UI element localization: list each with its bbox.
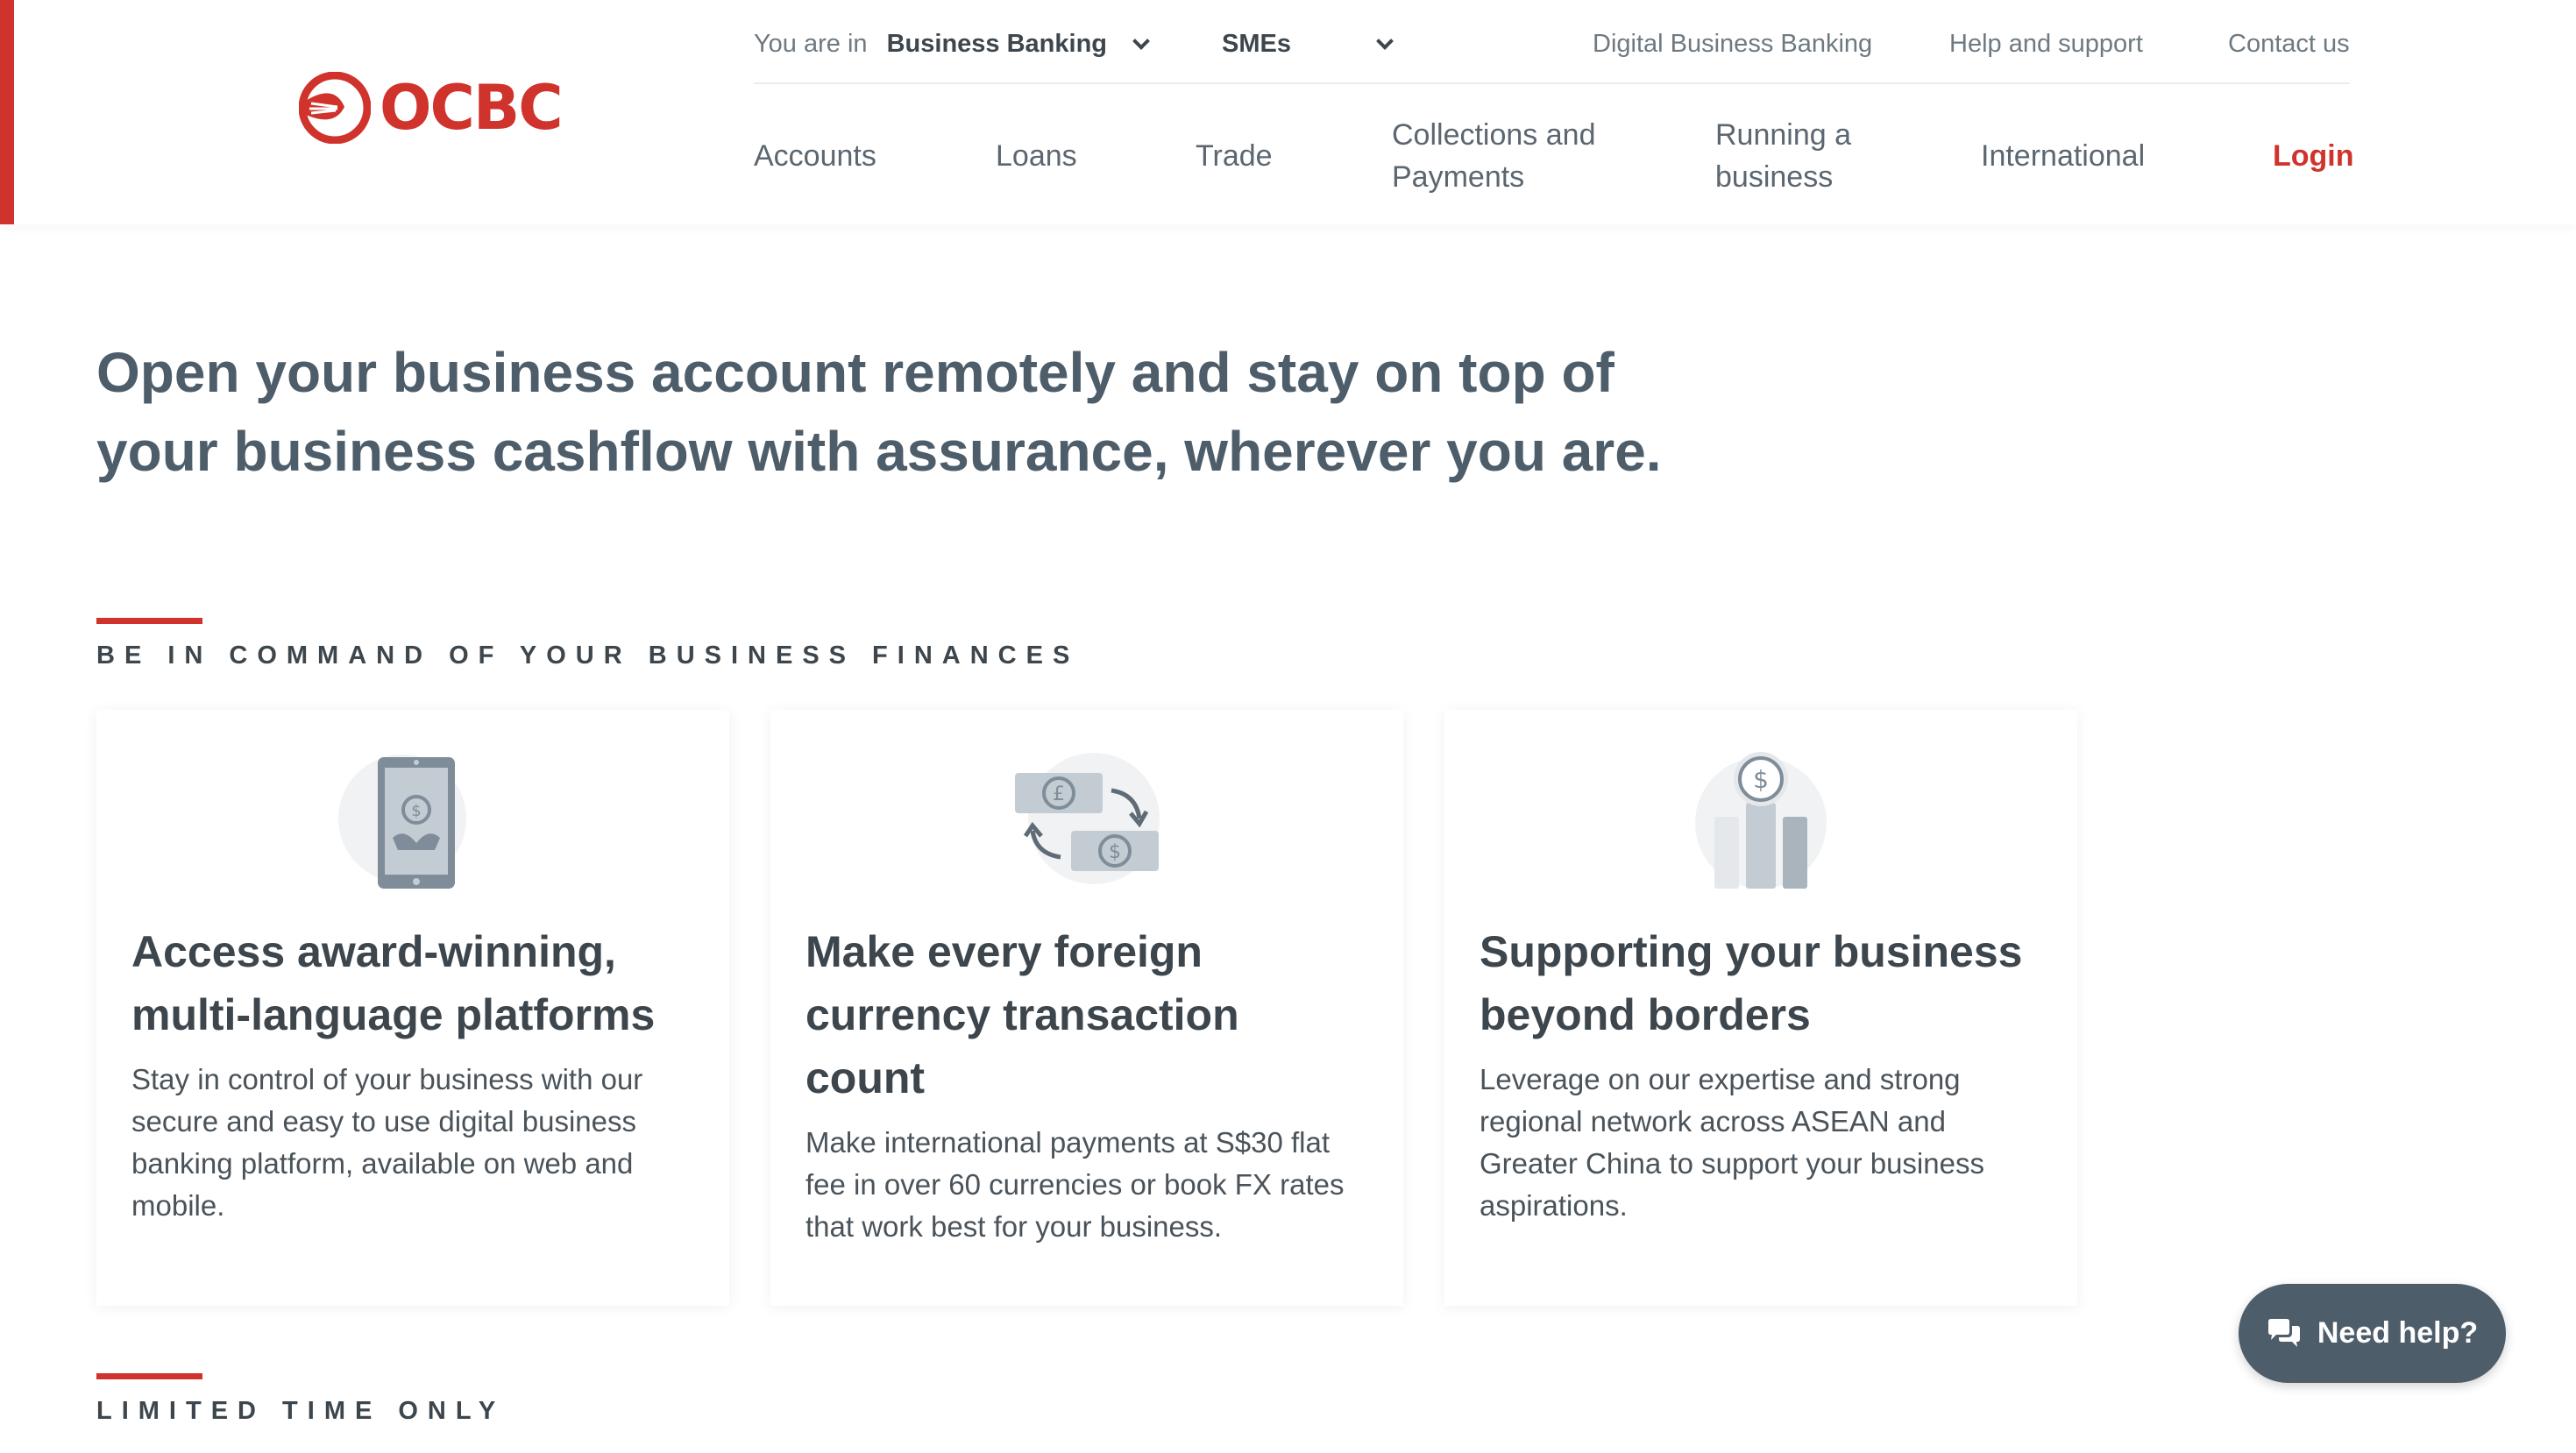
business-growth-icon: $ <box>1695 752 1827 889</box>
sub-segment-value: SMEs <box>1222 30 1291 58</box>
feature-card-platforms: $ Access award-winning, multi-language p… <box>96 710 729 1306</box>
card-title: Supporting your business beyond borders <box>1480 920 2058 1046</box>
segment-selector[interactable]: You are in Business Banking <box>754 30 1150 59</box>
card-icon-wrap: $ <box>1444 740 2077 889</box>
nav-label: Loans <box>996 139 1077 173</box>
nav-trade[interactable]: Trade <box>1196 135 1273 177</box>
nav-collections-and-payments[interactable]: Collections and Payments <box>1392 114 1595 198</box>
sub-segment-selector[interactable]: SMEs <box>1222 30 1394 59</box>
card-title-line: Access award-winning, <box>131 927 616 976</box>
ocbc-emblem-icon <box>299 72 371 144</box>
nav-label-line1: Running a <box>1715 118 1852 152</box>
card-title-line: Make every foreign <box>805 927 1203 976</box>
nav-loans[interactable]: Loans <box>996 135 1077 177</box>
brand-name: OCBC <box>380 72 564 144</box>
card-body: Make international payments at S$30 flat… <box>805 1122 1384 1248</box>
svg-text:$: $ <box>411 802 421 820</box>
nav-international[interactable]: International <box>1981 135 2145 177</box>
contact-us-link[interactable]: Contact us <box>2228 30 2350 59</box>
card-body-line: Make international payments at S$30 flat <box>805 1126 1331 1159</box>
card-body-line: that work best for your business. <box>805 1210 1223 1243</box>
nav-label: Accounts <box>754 139 876 173</box>
digital-business-banking-link[interactable]: Digital Business Banking <box>1593 30 1872 59</box>
accent-bar <box>0 0 14 224</box>
chat-icon <box>2267 1318 2300 1347</box>
nav-accounts[interactable]: Accounts <box>754 135 876 177</box>
card-title: Access award-winning, multi-language pla… <box>131 920 710 1046</box>
hero-heading: Open your business account remotely and … <box>96 333 1674 491</box>
nav-label: International <box>1981 139 2146 173</box>
card-body: Leverage on our expertise and strong reg… <box>1480 1059 2058 1227</box>
you-are-in-label: You are in <box>754 30 868 58</box>
svg-text:$: $ <box>1109 841 1121 863</box>
card-body-line: secure and easy to use digital business <box>131 1105 637 1138</box>
hero-line2: your business cashflow with assurance, w… <box>96 420 1662 483</box>
segment-value: Business Banking <box>886 30 1108 58</box>
card-body-line: fee in over 60 currencies or book FX rat… <box>805 1168 1345 1201</box>
card-title-line: count <box>805 1053 926 1102</box>
feature-card-fx: £ $ Make every foreign currency transact… <box>770 710 1403 1306</box>
card-title-line: multi-language platforms <box>131 990 656 1039</box>
card-body-line: banking platform, available on web and <box>131 1147 634 1180</box>
chevron-down-icon <box>1132 32 1150 50</box>
card-title-line: Supporting your business <box>1480 927 2023 976</box>
need-help-button[interactable]: Need help? <box>2239 1284 2506 1383</box>
hero-line1: Open your business account remotely and … <box>96 341 1614 404</box>
svg-text:$: $ <box>1753 765 1769 794</box>
nav-label-line1: Collections and <box>1392 118 1596 152</box>
card-body-line: aspirations. <box>1480 1189 1628 1222</box>
card-body-line: Stay in control of your business with ou… <box>131 1063 643 1095</box>
page: OCBC You are in Business Banking SMEs Di… <box>0 0 2576 1453</box>
section-accent-rule <box>96 1373 202 1379</box>
card-body-line: Leverage on our expertise and strong <box>1480 1063 1961 1095</box>
card-body-line: mobile. <box>131 1189 225 1222</box>
site-header: OCBC You are in Business Banking SMEs Di… <box>0 0 2576 224</box>
card-body-line: Greater China to support your business <box>1480 1147 1984 1180</box>
currency-exchange-icon: £ $ <box>1015 753 1160 884</box>
utility-nav: You are in Business Banking SMEs Digital… <box>754 0 2350 84</box>
login-button[interactable]: Login <box>2273 135 2354 177</box>
need-help-label: Need help? <box>2317 1316 2479 1350</box>
card-icon-wrap: £ $ <box>770 740 1403 889</box>
nav-running-a-business[interactable]: Running a business <box>1715 114 1851 198</box>
card-title-line: currency transaction <box>805 990 1239 1039</box>
card-title-line: beyond borders <box>1480 990 1811 1039</box>
svg-text:£: £ <box>1053 783 1065 805</box>
nav-label-line2: business <box>1715 160 1834 194</box>
nav-label-line2: Payments <box>1392 160 1525 194</box>
card-title: Make every foreign currency transaction … <box>805 920 1384 1109</box>
card-icon-wrap: $ <box>96 740 729 889</box>
nav-label: Trade <box>1196 139 1273 173</box>
ocbc-logo[interactable]: OCBC <box>299 70 564 145</box>
chevron-down-icon <box>1376 32 1394 50</box>
card-body-line: regional network across ASEAN and <box>1480 1105 1946 1138</box>
mobile-banking-icon: $ <box>338 755 466 889</box>
feature-card-regional: $ Supporting your business beyond border… <box>1444 710 2077 1306</box>
card-body: Stay in control of your business with ou… <box>131 1059 710 1227</box>
help-and-support-link[interactable]: Help and support <box>1949 30 2143 59</box>
section-title: BE IN COMMAND OF YOUR BUSINESS FINANCES <box>96 641 1080 670</box>
section-title: LIMITED TIME ONLY <box>96 1397 506 1425</box>
section-accent-rule <box>96 618 202 624</box>
